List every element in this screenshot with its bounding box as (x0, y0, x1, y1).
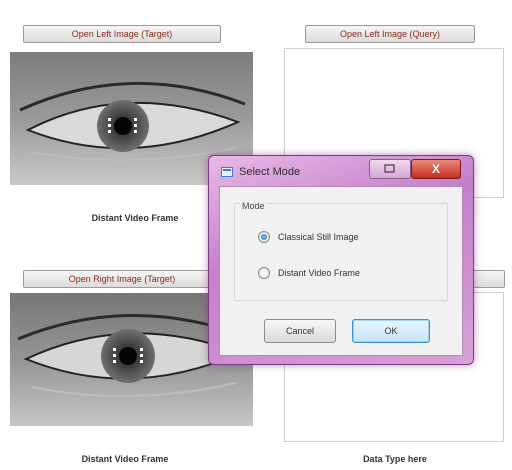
window-restore-icon (384, 164, 395, 173)
select-mode-dialog: Select Mode X Mode Classical Still Image… (208, 155, 474, 365)
mode-group-box (234, 203, 448, 301)
top-left-caption: Distant Video Frame (91, 213, 179, 223)
bottom-left-caption: Distant Video Frame (81, 454, 169, 464)
close-button[interactable]: X (411, 159, 461, 179)
open-right-image-target-button[interactable]: Open Right Image (Target) (23, 270, 221, 288)
distant-video-frame-radio[interactable] (258, 267, 270, 279)
minimize-button[interactable] (369, 159, 411, 179)
mode-group-label: Mode (240, 201, 267, 211)
window-app-icon (221, 167, 233, 177)
bottom-right-caption: Data Type here (363, 454, 427, 464)
ok-button[interactable]: OK (352, 319, 430, 343)
open-left-image-target-button[interactable]: Open Left Image (Target) (23, 25, 221, 43)
dialog-client-area: Mode Classical Still Image Distant Video… (219, 186, 463, 356)
distant-video-frame-label[interactable]: Distant Video Frame (278, 268, 360, 278)
open-left-image-query-button[interactable]: Open Left Image (Query) (305, 25, 475, 43)
classical-still-image-radio[interactable] (258, 231, 270, 243)
dialog-title: Select Mode (239, 166, 301, 178)
cancel-button[interactable]: Cancel (264, 319, 336, 343)
classical-still-image-label[interactable]: Classical Still Image (278, 232, 359, 242)
